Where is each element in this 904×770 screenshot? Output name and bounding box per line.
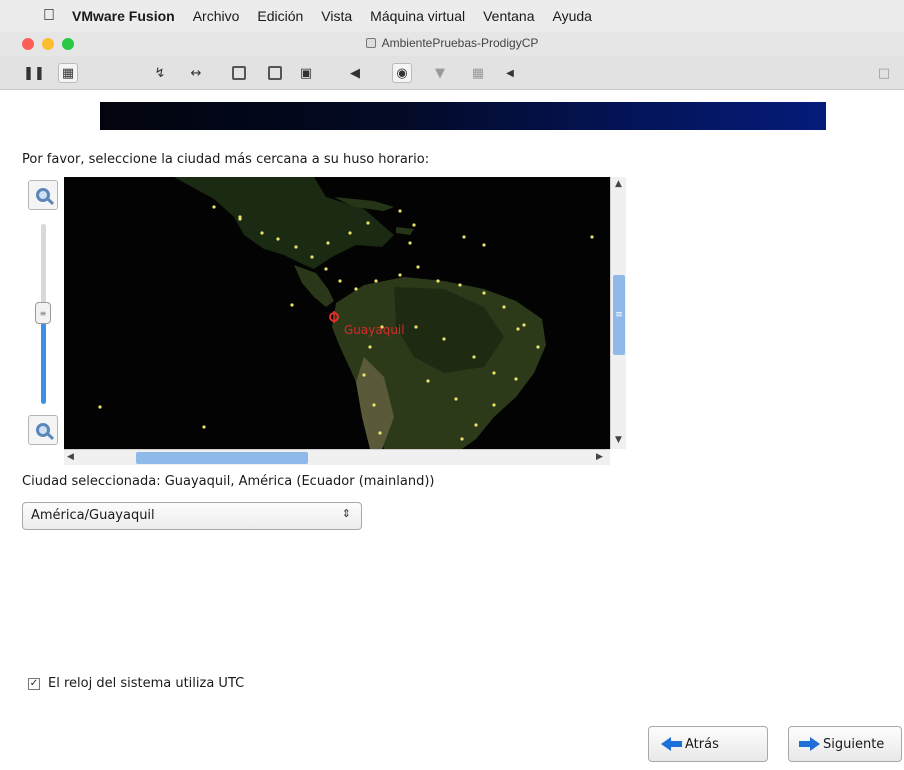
arrow-right-icon <box>799 737 821 751</box>
sound-icon[interactable]: ◀ <box>345 63 365 83</box>
next-button[interactable]: Siguiente <box>788 726 902 762</box>
zoom-in-button[interactable] <box>28 180 58 210</box>
vm-icon <box>365 38 376 48</box>
utc-checkbox[interactable]: ✓ <box>28 678 40 690</box>
back-button[interactable]: Atrás <box>648 726 768 762</box>
mac-menubar:  VMware Fusion Archivo Edición Vista Má… <box>0 0 904 32</box>
fullscreen-icon[interactable]: □ <box>874 63 894 83</box>
more-icon[interactable]: ◀ <box>500 63 520 83</box>
arrow-left-icon <box>661 737 683 751</box>
timezone-select-value: América/Guayaquil <box>31 508 155 523</box>
printer-icon[interactable]: ▣ <box>296 63 316 83</box>
zoom-slider-fill <box>41 320 46 404</box>
installer-header-banner <box>100 102 826 130</box>
menu-maquina-virtual[interactable]: Máquina virtual <box>370 8 465 24</box>
menu-archivo[interactable]: Archivo <box>193 8 240 24</box>
magnifier-zoom-out-icon <box>36 423 50 437</box>
resize-arrows-icon[interactable]: ↔ <box>186 63 206 83</box>
zoom-slider-handle[interactable]: ≡ <box>35 302 51 324</box>
selected-city-text: Ciudad seleccionada: Guayaquil, América … <box>22 474 435 489</box>
menu-ventana[interactable]: Ventana <box>483 8 534 24</box>
night-map-image <box>98 177 594 449</box>
scroll-down-arrow-icon[interactable]: ▼ <box>615 435 622 445</box>
zoom-out-button[interactable] <box>28 415 58 445</box>
next-button-label: Siguiente <box>823 736 885 752</box>
timezone-prompt: Por favor, seleccione la ciudad más cerc… <box>22 152 430 167</box>
magnifier-zoom-in-icon <box>36 188 50 202</box>
scroll-right-arrow-icon[interactable]: ▶ <box>596 452 603 462</box>
selected-city-map-label: Guayaquil <box>344 323 405 337</box>
disk-icon[interactable] <box>232 66 246 80</box>
pause-icon[interactable]: ❚❚ <box>23 63 45 83</box>
disk-icon[interactable] <box>268 66 282 80</box>
apple-logo-icon[interactable]:  <box>36 7 62 25</box>
select-updown-icon: ⇕ <box>341 507 351 520</box>
utc-checkbox-label: El reloj del sistema utiliza UTC <box>48 676 245 691</box>
window-titlebar: AmbientePruebas-ProdigyCP <box>0 32 904 56</box>
map-vertical-scrollbar[interactable]: ▲ ≡ ▼ <box>610 177 626 449</box>
usb-icon[interactable]: ▼ <box>430 63 450 83</box>
scroll-up-arrow-icon[interactable]: ▲ <box>615 179 622 189</box>
vertical-scroll-thumb[interactable]: ≡ <box>613 275 625 355</box>
camera-icon[interactable]: ◉ <box>392 63 412 83</box>
menubar-app-name[interactable]: VMware Fusion <box>72 8 175 24</box>
map-horizontal-scrollbar[interactable]: ◀ ▶ <box>64 449 610 465</box>
menu-vista[interactable]: Vista <box>321 8 352 24</box>
vmware-toolbar: ❚❚ ▦ ↯ ↔ ▣ ◀ ◉ ▼ ▦ ◀ □ <box>0 56 904 90</box>
back-button-label: Atrás <box>685 736 719 752</box>
timezone-select[interactable]: América/Guayaquil ⇕ <box>22 502 362 530</box>
snapshot-icon[interactable]: ▦ <box>58 63 78 83</box>
settings-wrench-icon[interactable]: ↯ <box>150 63 170 83</box>
horizontal-scroll-thumb[interactable] <box>136 452 308 464</box>
window-title-text: AmbientePruebas-ProdigyCP <box>381 36 539 50</box>
network-icon[interactable]: ▦ <box>468 63 488 83</box>
menu-edicion[interactable]: Edición <box>257 8 303 24</box>
window-title: AmbientePruebas-ProdigyCP <box>0 36 904 50</box>
scroll-left-arrow-icon[interactable]: ◀ <box>67 452 74 462</box>
menu-ayuda[interactable]: Ayuda <box>553 8 592 24</box>
timezone-world-map[interactable]: Guayaquil <box>64 177 610 449</box>
